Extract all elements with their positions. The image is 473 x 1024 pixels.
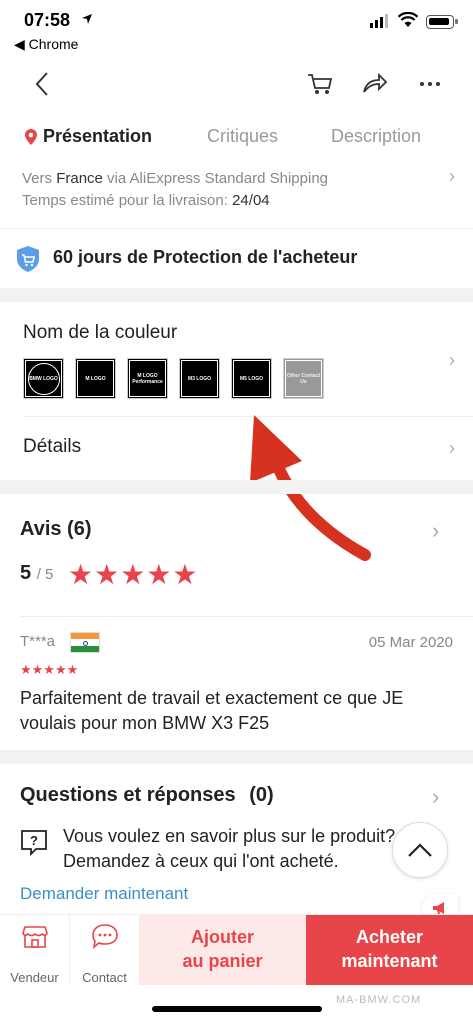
rating-score: 5 <box>20 562 32 584</box>
tab-description[interactable]: Description <box>331 126 421 147</box>
seller-label: Vendeur <box>10 970 59 985</box>
chevron-right-icon: › <box>449 350 455 370</box>
colour-option-other-contact[interactable]: Other Contact Us <box>283 358 324 399</box>
review-author: T***a <box>20 633 56 650</box>
review-text: Parfaitement de travail et exactement ce… <box>20 688 404 733</box>
location-pin-icon <box>25 129 37 145</box>
chevron-right-icon: › <box>449 438 455 458</box>
colour-option-m-logo[interactable]: M LOGO <box>75 358 116 399</box>
store-icon <box>22 926 48 948</box>
colour-section-title: Nom de la couleur <box>23 322 178 343</box>
cart-icon[interactable] <box>306 70 334 98</box>
back-to-app-link[interactable]: ◀ Chrome <box>14 36 78 53</box>
chevron-right-icon: › <box>449 166 455 186</box>
shield-cart-icon <box>17 246 39 272</box>
seller-button[interactable]: Vendeur <box>0 915 69 985</box>
chevron-right-icon: › <box>432 784 440 809</box>
details-row[interactable]: Détails <box>23 436 81 458</box>
contact-label: Contact <box>82 970 127 985</box>
shipping-method: via AliExpress Standard Shipping <box>102 170 329 187</box>
qa-title-text: Questions et réponses <box>20 784 236 806</box>
back-arrow-icon[interactable] <box>34 70 50 98</box>
divider <box>20 616 473 617</box>
shipping-country: France <box>56 170 103 187</box>
review-date: 05 Mar 2020 <box>368 634 453 651</box>
buy-now-line2: maintenant <box>341 951 438 971</box>
section-separator <box>0 750 473 764</box>
shipping-prefix: Vers <box>22 170 57 187</box>
top-nav <box>0 60 473 108</box>
section-separator <box>0 480 473 494</box>
rating-summary: 5 / 5 <box>20 562 53 585</box>
colour-option-m3-logo[interactable]: M3 LOGO <box>179 358 220 399</box>
home-indicator[interactable] <box>152 1006 322 1012</box>
india-flag-icon <box>70 632 100 653</box>
chevron-right-icon: › <box>432 518 440 543</box>
colour-options: BMW LOGO M LOGO M LOGO Performance M3 LO… <box>23 358 324 399</box>
chat-icon <box>92 924 118 949</box>
colour-option-m5-logo[interactable]: M5 LOGO <box>231 358 272 399</box>
buy-now-button[interactable]: Acheter maintenant <box>306 915 473 985</box>
more-options-icon[interactable] <box>418 70 442 98</box>
qa-prompt-text: Vous voulez en savoir plus sur le produi… <box>63 826 396 871</box>
wifi-icon <box>398 12 418 27</box>
add-to-cart-line2: au panier <box>182 951 263 971</box>
buy-now-line1: Acheter <box>355 927 424 947</box>
rating-stars: ★★★★★ <box>68 559 199 590</box>
signal-icon <box>370 14 388 28</box>
status-bar: 07:58 ◀ Chrome <box>0 0 473 56</box>
location-arrow-icon <box>82 14 92 24</box>
add-to-cart-button[interactable]: Ajouter au panier <box>139 915 306 985</box>
shipping-info[interactable]: Vers France via AliExpress Standard Ship… <box>22 168 328 212</box>
chevron-up-icon <box>408 843 432 857</box>
tab-critiques[interactable]: Critiques <box>207 126 278 147</box>
tab-bar: Présentation Critiques Description <box>0 120 473 156</box>
contact-button[interactable]: Contact <box>70 915 139 985</box>
question-bubble-icon: ? <box>21 830 47 857</box>
reviews-title[interactable]: Avis (6) <box>20 518 92 541</box>
divider <box>0 228 473 229</box>
buyer-protection-text: 60 jours de Protection de l'acheteur <box>53 247 358 267</box>
colour-option-bmw-logo[interactable]: BMW LOGO <box>23 358 64 399</box>
colour-option-m-logo-performance[interactable]: M LOGO Performance <box>127 358 168 399</box>
scroll-to-top-button[interactable] <box>392 822 448 878</box>
rating-out-of: / 5 <box>36 566 54 583</box>
section-separator <box>0 288 473 302</box>
watermark: MA-BMW.COM <box>336 994 422 1006</box>
battery-icon <box>426 15 458 29</box>
ask-now-link[interactable]: Demander maintenant <box>20 884 188 904</box>
review-stars: ★★★★★ <box>20 662 79 677</box>
delivery-date: 24/04 <box>232 192 270 209</box>
svg-text:?: ? <box>30 833 38 848</box>
qa-title[interactable]: Questions et réponses (0) <box>20 784 274 807</box>
add-to-cart-line1: Ajouter <box>191 927 254 947</box>
qa-count: (0) <box>249 784 274 806</box>
delivery-label: Temps estimé pour la livraison: <box>22 192 233 209</box>
tab-presentation[interactable]: Présentation <box>43 126 152 147</box>
share-icon[interactable] <box>360 70 388 98</box>
status-time: 07:58 <box>24 10 71 30</box>
